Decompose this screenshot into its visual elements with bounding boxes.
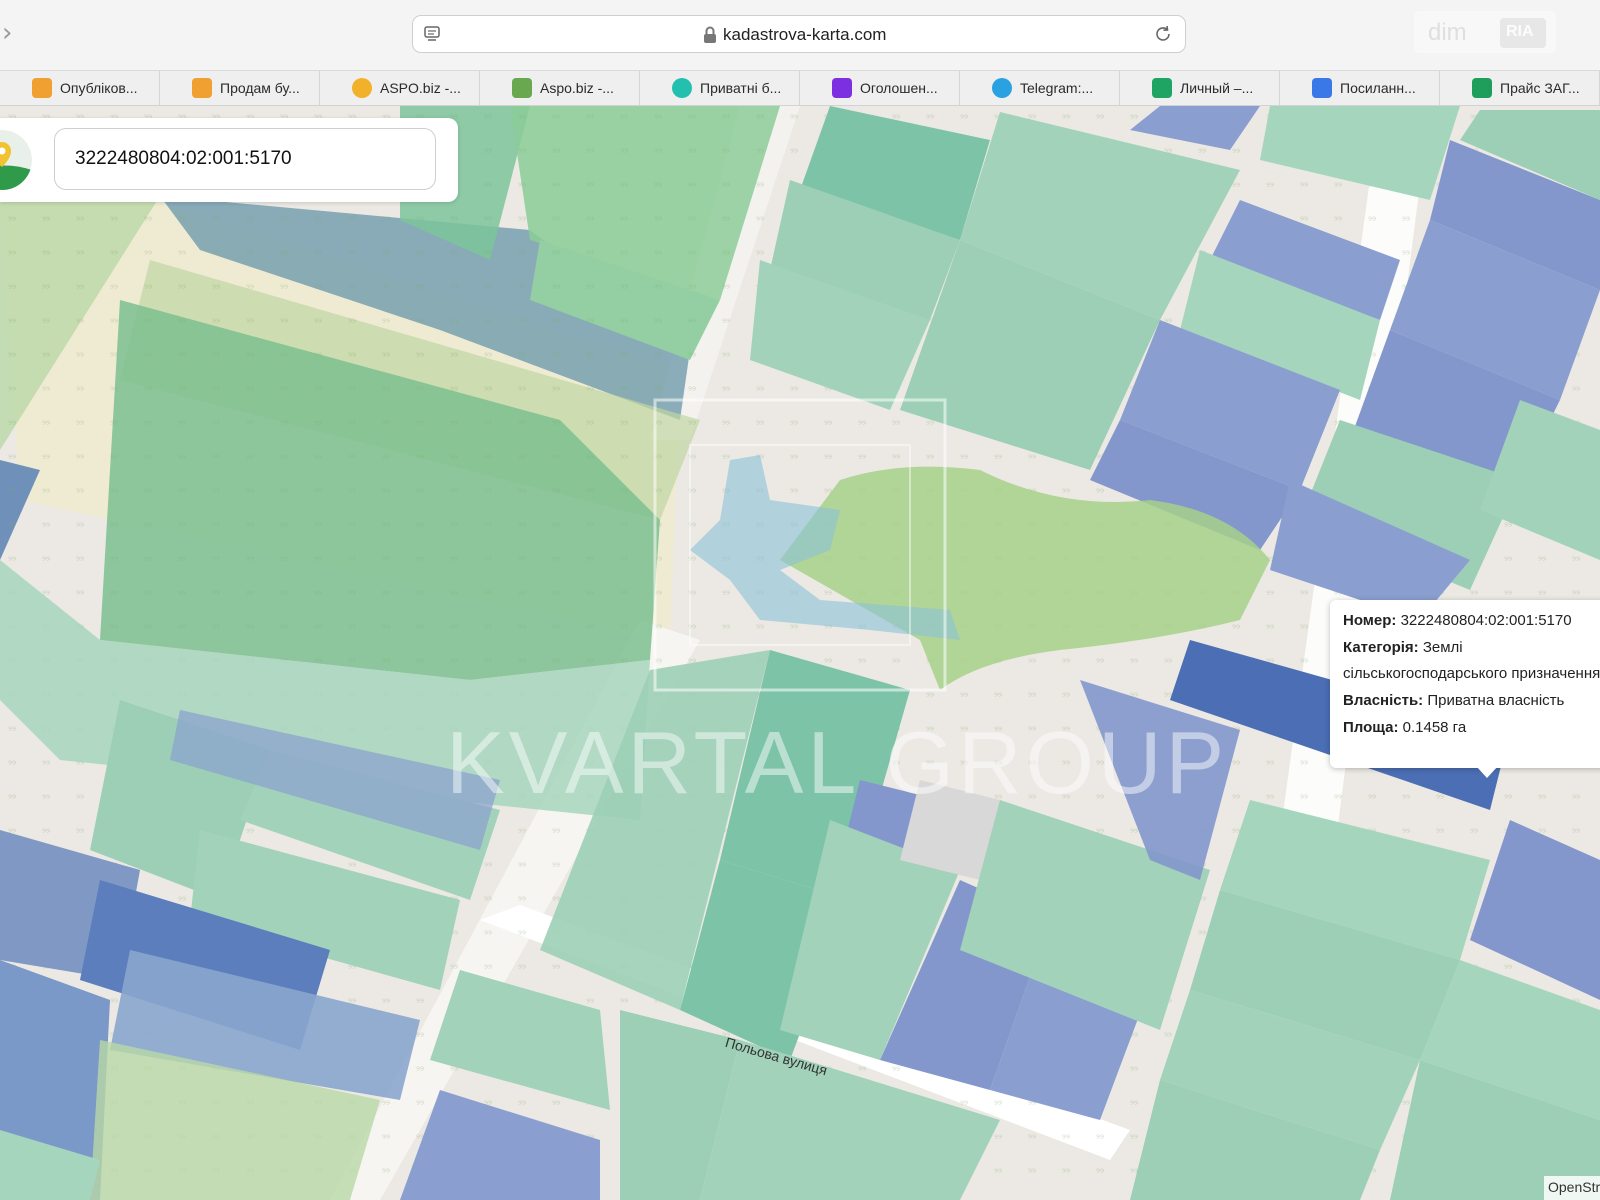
cadastral-search-input[interactable] bbox=[54, 128, 436, 190]
bookmark-item[interactable]: Приватні б... bbox=[640, 71, 800, 105]
google-docs-icon bbox=[1312, 78, 1332, 98]
bookmark-item[interactable]: Оголошен... bbox=[800, 71, 960, 105]
forward-button[interactable]: › bbox=[2, 20, 12, 46]
bookmark-item[interactable]: Опубліков... bbox=[0, 71, 160, 105]
popup-number-row: Номер: 3222480804:02:001:5170 bbox=[1343, 612, 1572, 629]
aspo-icon bbox=[352, 78, 372, 98]
google-drive-icon bbox=[1152, 78, 1172, 98]
bookmark-item[interactable]: Aspo.biz -... bbox=[480, 71, 640, 105]
popup-area-row: Площа: 0.1458 га bbox=[1343, 719, 1467, 736]
popup-ownership-row: Власність: Приватна власність bbox=[1343, 692, 1565, 709]
browser-toolbar: › kadastrova-karta.com dim RIA bbox=[0, 0, 1600, 70]
bookmark-item[interactable]: Посиланн... bbox=[1280, 71, 1440, 105]
olx-icon bbox=[672, 78, 692, 98]
popup-category-row: Категорія: Землі bbox=[1343, 639, 1463, 656]
bookmark-item[interactable]: Прайс ЗАГ... bbox=[1440, 71, 1600, 105]
address-bar[interactable]: kadastrova-karta.com bbox=[412, 15, 1186, 53]
bookmark-item[interactable]: Продам бу... bbox=[160, 71, 320, 105]
url-text: kadastrova-karta.com bbox=[723, 25, 887, 44]
bookmarks-bar: Опубліков... Продам бу... ASPO.biz -... … bbox=[0, 70, 1600, 106]
check-badge-icon bbox=[32, 78, 52, 98]
key-icon bbox=[832, 78, 852, 98]
bookmark-item[interactable]: Telegram:... bbox=[960, 71, 1120, 105]
reload-icon[interactable] bbox=[1153, 24, 1173, 44]
kvartal-group-watermark: KVARTAL GROUP bbox=[446, 713, 1229, 812]
reader-view-icon[interactable] bbox=[423, 25, 441, 43]
extension-label: dim bbox=[1428, 19, 1467, 46]
google-sheets-icon bbox=[1472, 78, 1492, 98]
envelope-icon bbox=[512, 78, 532, 98]
dim-ria-extension-button[interactable]: dim RIA bbox=[1414, 11, 1556, 53]
map-logo-icon[interactable] bbox=[0, 130, 32, 190]
telegram-icon bbox=[992, 78, 1012, 98]
popup-pointer bbox=[1476, 766, 1498, 778]
lock-icon bbox=[704, 26, 716, 43]
bookmark-item[interactable]: ASPO.biz -... bbox=[320, 71, 480, 105]
popup-category-continued: сільськогосподарського призначення bbox=[1343, 665, 1600, 682]
search-panel bbox=[0, 118, 458, 202]
ria-badge: RIA bbox=[1500, 18, 1546, 48]
bookmark-item[interactable]: Личный –... bbox=[1120, 71, 1280, 105]
map-attribution[interactable]: OpenStreetMap bbox=[1544, 1176, 1600, 1200]
parcel-info-popup: Номер: 3222480804:02:001:5170 Категорія:… bbox=[1330, 600, 1600, 778]
check-badge-icon bbox=[192, 78, 212, 98]
